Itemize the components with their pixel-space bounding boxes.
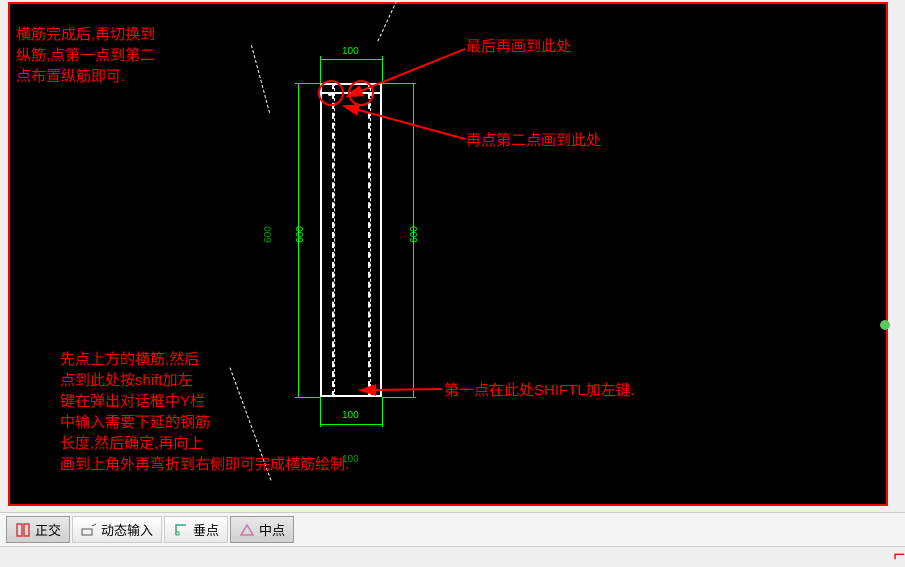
midpoint-button[interactable]: 中点: [230, 516, 294, 543]
dim-line: [320, 59, 382, 60]
ortho-label: 正交: [35, 520, 61, 539]
dim-ext: [295, 83, 320, 84]
dim-left-inner: 600: [295, 226, 306, 243]
annotation-bottom-left: 先点上方的横筋,然后 点到此处按shift加左 键在弹出对话框中Y栏 中输入需要…: [60, 349, 349, 475]
rebar-vertical-right: [368, 83, 371, 397]
perpendicular-button[interactable]: 垂点: [164, 516, 228, 543]
status-toolbar: 正交 动态输入 垂点 中点: [0, 512, 905, 546]
ortho-icon: [15, 522, 31, 538]
midpoint-icon: [239, 522, 255, 538]
dim-right: 600: [409, 226, 420, 243]
dim-ext: [382, 397, 416, 398]
perpendicular-label: 垂点: [193, 520, 219, 539]
dim-ext: [382, 83, 416, 84]
midpoint-label: 中点: [259, 520, 285, 539]
circle-marker-left: [318, 80, 344, 106]
dim-ext: [320, 56, 321, 84]
dim-left-outer: 600: [263, 226, 274, 243]
corner-marker: ⌐: [893, 544, 905, 567]
dynamic-input-icon: [81, 522, 97, 538]
perpendicular-icon: [173, 522, 189, 538]
circle-marker-right: [348, 80, 374, 106]
dynamic-input-button[interactable]: 动态输入: [72, 516, 162, 543]
annotation-top-right-2: 再点第二点画到此处: [466, 130, 601, 151]
dim-top: 100: [342, 46, 359, 57]
dim-ext: [382, 397, 383, 427]
guide-dashed: [251, 45, 270, 113]
bottom-panel: [0, 546, 905, 567]
dynamic-input-label: 动态输入: [101, 520, 153, 539]
viewport-marker: [880, 320, 890, 330]
annotation-top-left: 横筋完成后,再切换到 纵筋,点第一点到第二 点布置纵筋即可.: [16, 24, 155, 87]
guide-dashed: [377, 0, 403, 41]
ortho-button[interactable]: 正交: [6, 516, 70, 543]
annotation-top-right-1: 最后再画到此处: [466, 36, 571, 57]
cad-drawing-canvas[interactable]: 100 600 600 600 100 100: [10, 4, 886, 504]
dim-ext: [382, 56, 383, 84]
annotation-bottom-right: 第一点在此处SHIFTL加左键.: [444, 380, 635, 401]
cad-canvas-frame: 100 600 600 600 100 100: [8, 2, 888, 506]
